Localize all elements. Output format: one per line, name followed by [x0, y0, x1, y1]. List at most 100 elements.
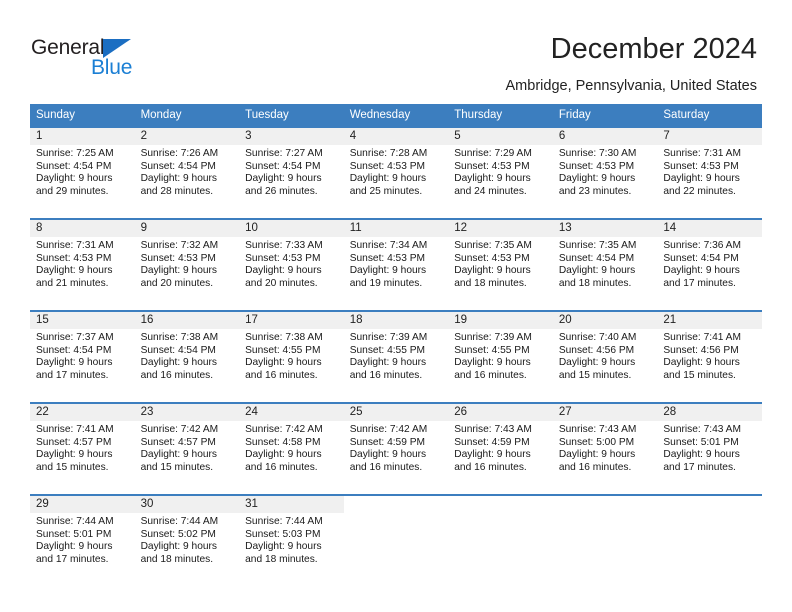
- day-number: 30: [134, 496, 240, 513]
- day-number: 3: [239, 128, 344, 145]
- sunrise-time: Sunrise: 7:35 AM: [454, 240, 532, 251]
- calendar-day-cell[interactable]: 3 Sunrise: 7:27 AM Sunset: 4:54 PM Daylight…: [239, 126, 344, 219]
- calendar-day-cell[interactable]: 22 Sunrise: 7:41 AM Sunset: 4:57 PM Dayligh…: [30, 402, 135, 495]
- daylight-duration-line1: Daylight: 9 hours: [245, 357, 322, 369]
- calendar-day-cell[interactable]: 29 Sunrise: 7:44 AM Sunset: 5:01 PM Dayligh…: [30, 494, 135, 586]
- calendar-day-cell[interactable]: 25 Sunrise: 7:42 AM Sunset: 4:59 PM Dayligh…: [343, 402, 449, 495]
- daylight-duration-line2: and 16 minutes.: [349, 369, 423, 381]
- calendar-day-cell[interactable]: 31 Sunrise: 7:44 AM Sunset: 5:03 PM Dayligh…: [239, 494, 344, 586]
- calendar-day-cell[interactable]: 7 Sunrise: 7:31 AM Sunset: 4:53 PM Daylight…: [657, 126, 762, 219]
- calendar-day-cell[interactable]: 5 Sunrise: 7:29 AM Sunset: 4:53 PM Daylight…: [448, 126, 553, 219]
- weekday-header-saturday: Saturday: [657, 104, 762, 127]
- calendar-day-cell[interactable]: 2 Sunrise: 7:26 AM Sunset: 4:54 PM Daylight…: [134, 126, 240, 219]
- calendar-day-cell[interactable]: 17 Sunrise: 7:38 AM Sunset: 4:55 PM Dayligh…: [239, 310, 344, 403]
- daylight-duration-line2: and 22 minutes.: [663, 185, 736, 197]
- daylight-duration-line2: and 19 minutes.: [349, 277, 423, 289]
- day-number: 7: [657, 128, 762, 145]
- sunset-time: Sunset: 4:55 PM: [245, 344, 321, 356]
- day-cell-inner: 2 Sunrise: 7:26 AM Sunset: 4:54 PM Daylight…: [134, 128, 240, 218]
- daylight-duration-line1: Daylight: 9 hours: [454, 173, 531, 185]
- sunrise-time: Sunrise: 7:25 AM: [36, 148, 114, 159]
- calendar-day-cell[interactable]: 27 Sunrise: 7:43 AM Sunset: 5:00 PM Dayligh…: [552, 402, 658, 495]
- day-number: 27: [552, 404, 658, 421]
- calendar-day-cell[interactable]: 4 Sunrise: 7:28 AM Sunset: 4:53 PM Daylight…: [343, 126, 449, 219]
- day-cell-inner: 25 Sunrise: 7:42 AM Sunset: 4:59 PM Dayligh…: [343, 404, 449, 494]
- calendar-day-cell[interactable]: 16 Sunrise: 7:38 AM Sunset: 4:54 PM Dayligh…: [134, 310, 240, 403]
- calendar-page: General Blue December 2024 Ambridge, Pen…: [0, 0, 792, 612]
- sunrise-time: Sunrise: 7:30 AM: [558, 148, 637, 159]
- daylight-duration-line1: Daylight: 9 hours: [245, 541, 322, 553]
- daylight-duration-line1: Daylight: 9 hours: [663, 265, 740, 277]
- calendar-day-cell-empty: [343, 494, 449, 586]
- sunset-time: Sunset: 5:01 PM: [36, 528, 112, 540]
- sunrise-time: Sunrise: 7:42 AM: [140, 424, 219, 435]
- day-number: 17: [239, 312, 344, 329]
- day-cell-inner: 30 Sunrise: 7:44 AM Sunset: 5:02 PM Dayligh…: [134, 496, 240, 586]
- calendar-day-cell[interactable]: 20 Sunrise: 7:40 AM Sunset: 4:56 PM Dayligh…: [552, 310, 658, 403]
- daylight-duration-line1: Daylight: 9 hours: [140, 265, 218, 277]
- day-number: 2: [134, 128, 240, 145]
- day-cell-inner: [448, 496, 553, 586]
- calendar-day-cell[interactable]: 14 Sunrise: 7:36 AM Sunset: 4:54 PM Dayligh…: [657, 218, 762, 311]
- calendar-day-cell[interactable]: 6 Sunrise: 7:30 AM Sunset: 4:53 PM Daylight…: [552, 126, 658, 219]
- generalblue-logo[interactable]: General Blue: [31, 36, 181, 82]
- day-details: Sunrise: 7:43 AM Sunset: 5:01 PM Daylight:…: [657, 421, 762, 474]
- daylight-duration-line1: Daylight: 9 hours: [140, 357, 218, 369]
- day-cell-inner: 27 Sunrise: 7:43 AM Sunset: 5:00 PM Dayligh…: [552, 404, 658, 494]
- daylight-duration-line2: and 28 minutes.: [140, 185, 214, 197]
- day-number: 29: [30, 496, 135, 513]
- calendar-day-cell[interactable]: 1 Sunrise: 7:25 AM Sunset: 4:54 PM Daylight…: [30, 126, 135, 219]
- calendar-day-cell[interactable]: 23 Sunrise: 7:42 AM Sunset: 4:57 PM Dayligh…: [134, 402, 240, 495]
- day-number: 16: [134, 312, 240, 329]
- daylight-duration-line2: and 16 minutes.: [454, 461, 527, 473]
- day-cell-inner: 20 Sunrise: 7:40 AM Sunset: 4:56 PM Dayligh…: [552, 312, 658, 402]
- page-title: December 2024: [550, 33, 757, 65]
- day-details: Sunrise: 7:44 AM Sunset: 5:02 PM Daylight:…: [135, 513, 240, 566]
- daylight-duration-line1: Daylight: 9 hours: [140, 541, 218, 553]
- day-details: Sunrise: 7:34 AM Sunset: 4:53 PM Daylight:…: [344, 237, 449, 290]
- calendar-day-cell[interactable]: 11 Sunrise: 7:34 AM Sunset: 4:53 PM Dayligh…: [343, 218, 449, 311]
- daylight-duration-line2: and 17 minutes.: [663, 461, 736, 473]
- calendar-day-cell[interactable]: 24 Sunrise: 7:42 AM Sunset: 4:58 PM Dayligh…: [239, 402, 344, 495]
- sunset-time: Sunset: 4:53 PM: [663, 160, 739, 172]
- day-details: Sunrise: 7:32 AM Sunset: 4:53 PM Daylight:…: [135, 237, 240, 290]
- day-cell-inner: 12 Sunrise: 7:35 AM Sunset: 4:53 PM Dayligh…: [448, 220, 553, 310]
- sunrise-time: Sunrise: 7:43 AM: [663, 424, 741, 435]
- daylight-duration-line2: and 16 minutes.: [245, 369, 318, 381]
- calendar-day-cell[interactable]: 18 Sunrise: 7:39 AM Sunset: 4:55 PM Dayligh…: [343, 310, 449, 403]
- calendar-day-cell[interactable]: 26 Sunrise: 7:43 AM Sunset: 4:59 PM Dayligh…: [448, 402, 553, 495]
- logo-text-blue: Blue: [91, 56, 133, 79]
- day-cell-inner: 24 Sunrise: 7:42 AM Sunset: 4:58 PM Dayligh…: [239, 404, 344, 494]
- sunrise-time: Sunrise: 7:41 AM: [36, 424, 114, 435]
- sunset-time: Sunset: 5:01 PM: [663, 436, 739, 448]
- sunset-time: Sunset: 4:54 PM: [663, 252, 739, 264]
- day-details: Sunrise: 7:30 AM Sunset: 4:53 PM Daylight:…: [553, 145, 658, 198]
- day-number: 5: [448, 128, 553, 145]
- day-number: 26: [448, 404, 553, 421]
- day-details: [344, 513, 449, 516]
- calendar-week-row: 29 Sunrise: 7:44 AM Sunset: 5:01 PM Dayligh…: [30, 494, 762, 586]
- day-cell-inner: 6 Sunrise: 7:30 AM Sunset: 4:53 PM Daylight…: [552, 128, 658, 218]
- calendar-day-cell[interactable]: 30 Sunrise: 7:44 AM Sunset: 5:02 PM Dayligh…: [134, 494, 240, 586]
- calendar-day-cell[interactable]: 10 Sunrise: 7:33 AM Sunset: 4:53 PM Dayligh…: [239, 218, 344, 311]
- daylight-duration-line2: and 20 minutes.: [245, 277, 318, 289]
- calendar-day-cell[interactable]: 13 Sunrise: 7:35 AM Sunset: 4:54 PM Dayligh…: [552, 218, 658, 311]
- day-cell-inner: 1 Sunrise: 7:25 AM Sunset: 4:54 PM Daylight…: [30, 128, 135, 218]
- day-details: Sunrise: 7:35 AM Sunset: 4:54 PM Daylight:…: [553, 237, 658, 290]
- day-cell-inner: 3 Sunrise: 7:27 AM Sunset: 4:54 PM Daylight…: [239, 128, 344, 218]
- daylight-duration-line2: and 16 minutes.: [140, 369, 214, 381]
- calendar-day-cell[interactable]: 8 Sunrise: 7:31 AM Sunset: 4:53 PM Daylight…: [30, 218, 135, 311]
- sunset-time: Sunset: 5:03 PM: [245, 528, 321, 540]
- calendar-day-cell[interactable]: 12 Sunrise: 7:35 AM Sunset: 4:53 PM Dayligh…: [448, 218, 553, 311]
- day-number: 8: [30, 220, 135, 237]
- sunset-time: Sunset: 4:53 PM: [349, 160, 426, 172]
- day-number: [657, 496, 762, 513]
- calendar-day-cell[interactable]: 9 Sunrise: 7:32 AM Sunset: 4:53 PM Daylight…: [134, 218, 240, 311]
- calendar-day-cell[interactable]: 28 Sunrise: 7:43 AM Sunset: 5:01 PM Dayligh…: [657, 402, 762, 495]
- calendar-day-cell[interactable]: 21 Sunrise: 7:41 AM Sunset: 4:56 PM Dayligh…: [657, 310, 762, 403]
- calendar-day-cell[interactable]: 15 Sunrise: 7:37 AM Sunset: 4:54 PM Dayligh…: [30, 310, 135, 403]
- daylight-duration-line2: and 18 minutes.: [140, 553, 214, 565]
- calendar-day-cell[interactable]: 19 Sunrise: 7:39 AM Sunset: 4:55 PM Dayligh…: [448, 310, 553, 403]
- sunrise-time: Sunrise: 7:31 AM: [663, 148, 741, 159]
- day-number: 19: [448, 312, 553, 329]
